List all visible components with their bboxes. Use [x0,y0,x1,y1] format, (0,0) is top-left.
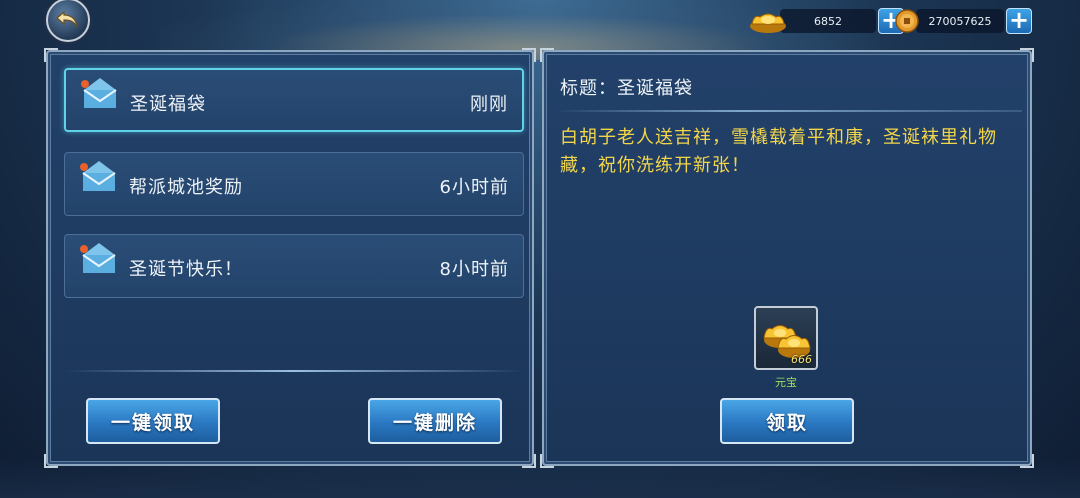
claim-all-button[interactable]: 一键领取 [86,398,220,444]
mail-envelope-icon [80,161,116,191]
corner-ornament [44,48,58,62]
back-arrow-icon [56,10,78,28]
mail-envelope-icon [81,78,117,108]
copper-coin-icon [895,9,919,33]
mail-time: 6小时前 [439,177,509,198]
corner-ornament [540,48,554,62]
mail-body-text: 白胡子老人送吉祥，雪橇载着平和康，圣诞袜里礼物藏，祝你洗练开新张！ [560,127,997,176]
mail-detail-panel: 标题：圣诞福袋 白胡子老人送吉祥，雪橇载着平和康，圣诞袜里礼物藏，祝你洗练开新张… [540,48,1034,468]
mail-title: 帮派城池奖励 [129,177,243,198]
mail-item-guild-reward[interactable]: 帮派城池奖励 6小时前 [64,152,524,216]
mail-detail-title: 标题：圣诞福袋 [560,78,693,99]
mail-time: 刚刚 [470,94,508,115]
reward-item-slot[interactable]: 666 [754,306,818,370]
corner-ornament [44,454,58,468]
ingot-currency: 6852 + [748,8,904,34]
corner-ornament [522,454,536,468]
reward-count: 666 [791,353,812,366]
mail-envelope-icon [80,243,116,273]
mail-list-panel: 圣诞福袋 刚刚 帮派城池奖励 6小时前 圣诞节快乐！ 8小时前 一键领取 一键删… [44,48,536,468]
mail-title: 圣诞节快乐！ [129,259,243,280]
corner-ornament [540,454,554,468]
gold-ingot-icon [750,13,786,33]
title-divider [554,110,1022,112]
coin-amount: 270057625 [916,9,1004,33]
corner-ornament [1020,454,1034,468]
add-coin-button[interactable]: + [1006,8,1032,34]
mail-item-christmas-bag[interactable]: 圣诞福袋 刚刚 [64,68,524,132]
ingot-amount: 6852 [780,9,876,33]
claim-button[interactable]: 领取 [720,398,854,444]
corner-ornament [522,48,536,62]
corner-ornament [1020,48,1034,62]
mail-title: 圣诞福袋 [130,94,206,115]
mail-item-merry-christmas[interactable]: 圣诞节快乐！ 8小时前 [64,234,524,298]
mail-time: 8小时前 [439,259,509,280]
coin-currency: 270057625 + [894,8,1032,34]
reward-name: 元宝 [775,376,797,389]
back-button[interactable] [46,0,90,42]
delete-all-button[interactable]: 一键删除 [368,398,502,444]
list-divider [64,370,524,372]
